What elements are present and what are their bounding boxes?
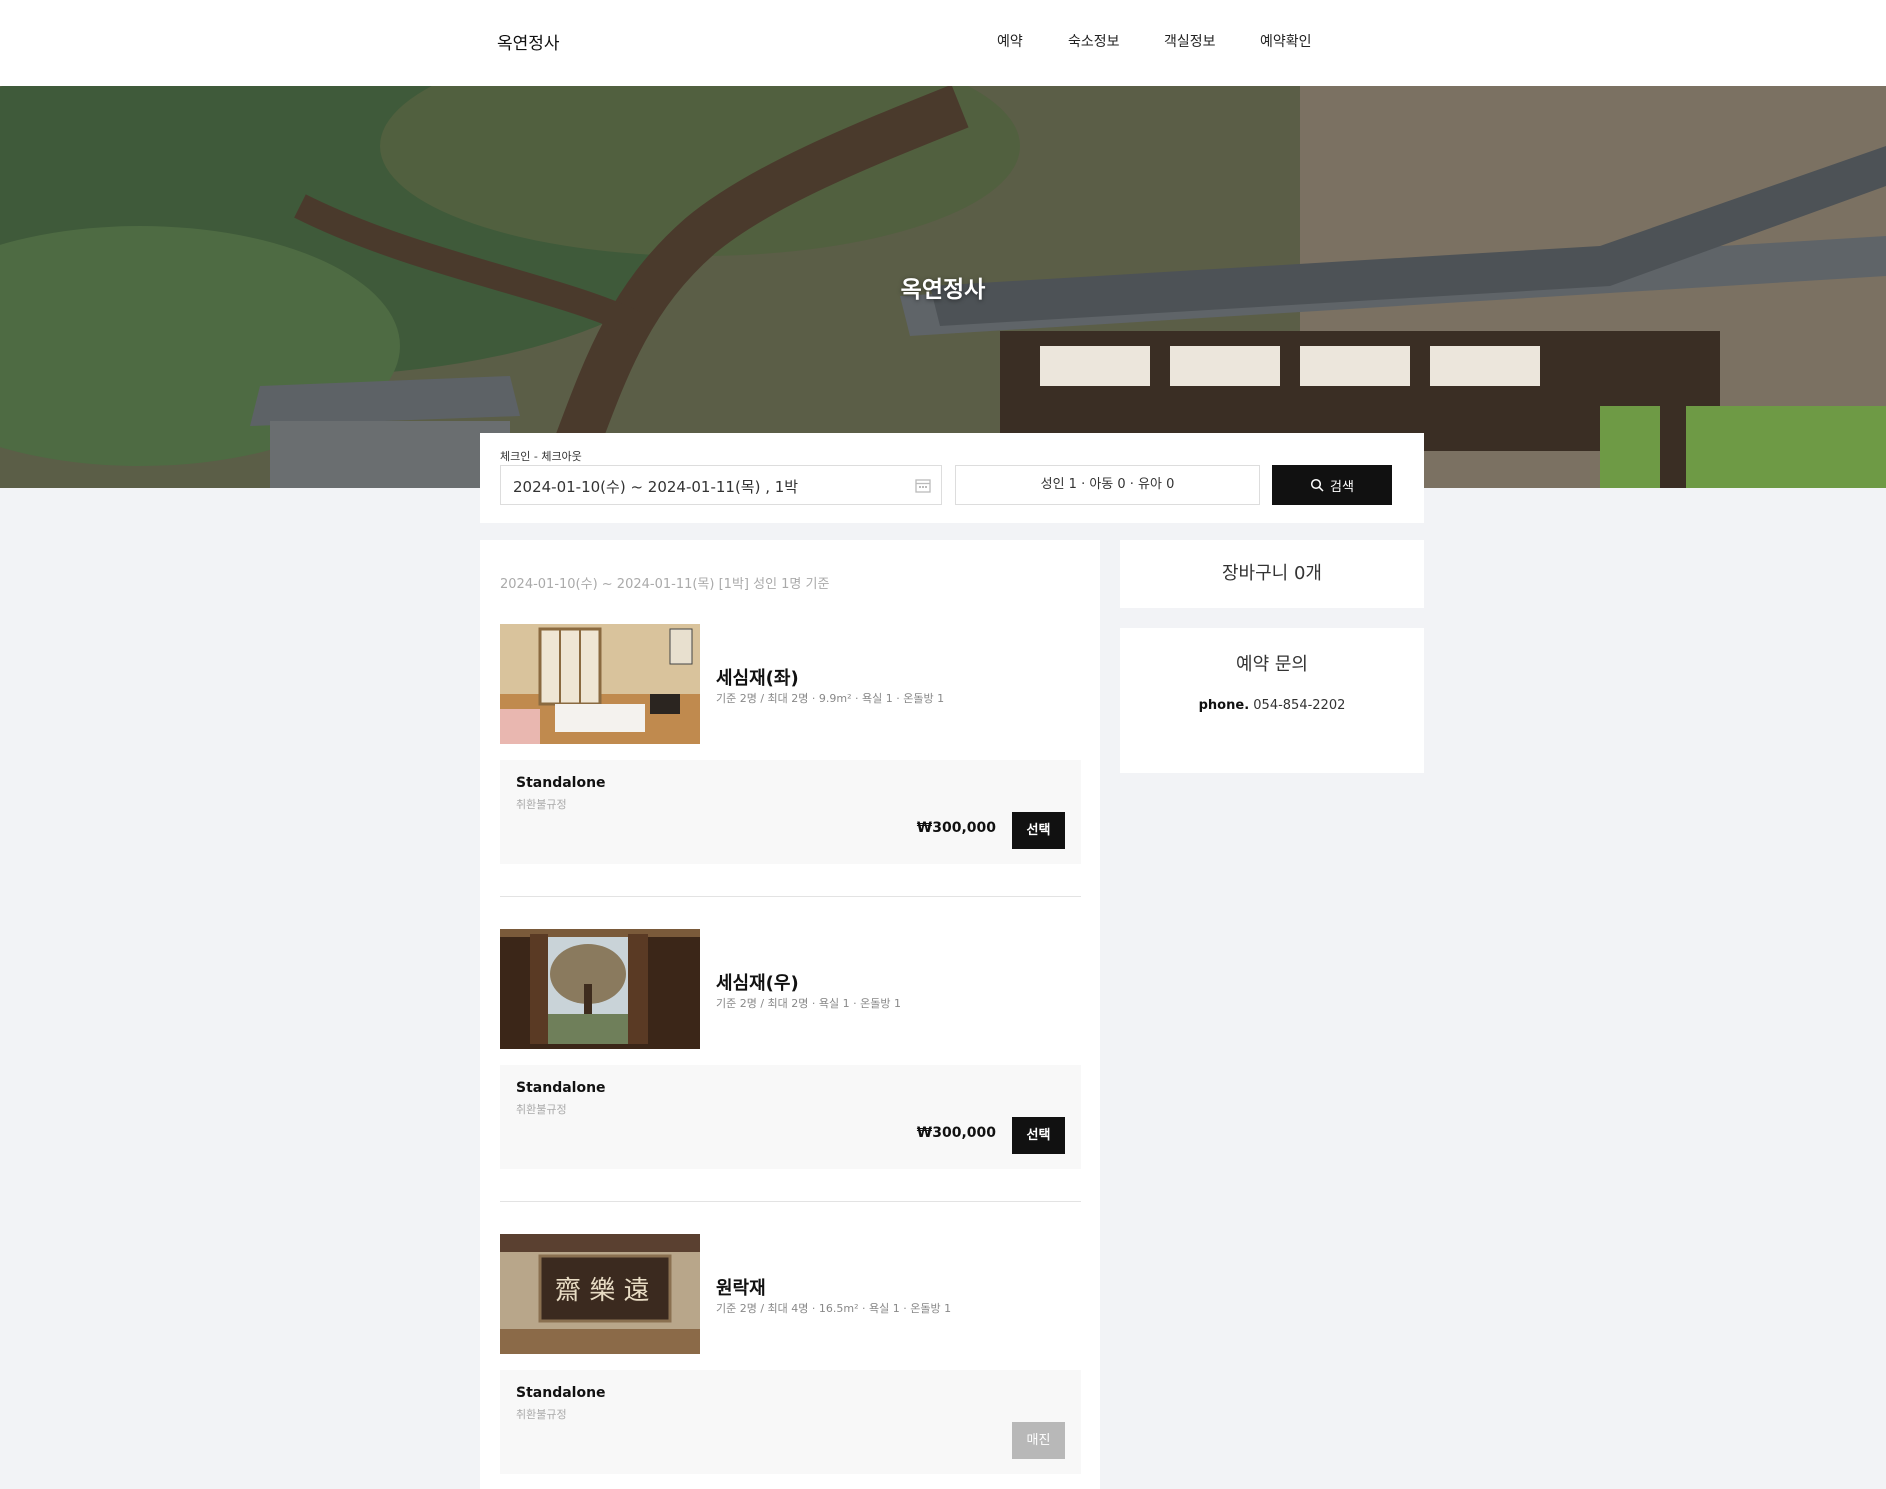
- room-divider: [500, 1201, 1081, 1202]
- search-summary: 2024-01-10(수) ~ 2024-01-11(목) [1박] 성인 1명…: [500, 577, 830, 592]
- nav-accommodation-info[interactable]: 숙소정보: [1068, 31, 1120, 51]
- room-name[interactable]: 원락재: [716, 1274, 766, 1300]
- room-item: 齋 樂 遠 원락재 기준 2명 / 최대 4명 · 16.5m² · 욕실 1 …: [500, 1234, 1081, 1474]
- refund-policy-link[interactable]: 취환불규정: [516, 1101, 567, 1117]
- guest-count-input[interactable]: 성인 1 · 아동 0 · 유아 0: [955, 465, 1260, 505]
- nav-reservation-check[interactable]: 예약확인: [1260, 31, 1312, 51]
- refund-policy-link[interactable]: 취환불규정: [516, 796, 567, 812]
- room-specs: 기준 2명 / 최대 4명 · 16.5m² · 욕실 1 · 온돌방 1: [716, 1302, 952, 1315]
- date-range-value: 2024-01-10(수) ~ 2024-01-11(목) , 1박: [513, 478, 799, 496]
- phone-number[interactable]: 054-854-2202: [1253, 698, 1345, 713]
- inquiry-title: 예약 문의: [1236, 654, 1308, 675]
- room-item: 세심재(좌) 기준 2명 / 최대 2명 · 9.9m² · 욕실 1 · 온돌…: [500, 624, 1081, 864]
- room-name[interactable]: 세심재(우): [716, 969, 799, 995]
- room-price: ₩300,000: [916, 820, 996, 836]
- hero-title: 옥연정사: [900, 277, 986, 303]
- select-button[interactable]: 선택: [1012, 812, 1065, 849]
- calendar-icon: [915, 479, 931, 493]
- select-button[interactable]: 선택: [1012, 1117, 1065, 1154]
- site-header: 옥연정사 예약 숙소정보 객실정보 예약확인: [0, 0, 1886, 86]
- room-list-card: 2024-01-10(수) ~ 2024-01-11(목) [1박] 성인 1명…: [480, 540, 1100, 1489]
- search-panel: 체크인 - 체크아웃 2024-01-10(수) ~ 2024-01-11(목)…: [480, 433, 1424, 523]
- date-label: 체크인 - 체크아웃: [500, 450, 582, 463]
- search-icon: [1310, 478, 1324, 492]
- rate-plan: Standalone 취환불규정 매진: [500, 1370, 1081, 1474]
- soldout-button: 매진: [1012, 1422, 1065, 1459]
- rate-plan-name: Standalone: [516, 775, 606, 791]
- room-price: ₩300,000: [916, 1125, 996, 1141]
- room-photo[interactable]: [500, 624, 700, 744]
- room-photo[interactable]: [500, 929, 700, 1049]
- room-specs: 기준 2명 / 최대 2명 · 욕실 1 · 온돌방 1: [716, 997, 901, 1010]
- rate-plan: Standalone 취환불규정 ₩300,000 선택: [500, 760, 1081, 864]
- rate-plan-name: Standalone: [516, 1080, 606, 1096]
- cart-summary[interactable]: 장바구니 0개: [1120, 540, 1424, 608]
- search-button[interactable]: 검색: [1272, 465, 1392, 505]
- rate-plan-name: Standalone: [516, 1385, 606, 1401]
- phone-label: phone.: [1198, 698, 1250, 713]
- room-photo[interactable]: 齋 樂 遠: [500, 1234, 700, 1354]
- date-range-input[interactable]: 2024-01-10(수) ~ 2024-01-11(목) , 1박: [500, 465, 942, 505]
- room-specs: 기준 2명 / 최대 2명 · 9.9m² · 욕실 1 · 온돌방 1: [716, 692, 945, 705]
- hero-banner: 옥연정사: [0, 86, 1886, 488]
- nav-room-info[interactable]: 객실정보: [1164, 31, 1216, 51]
- room-divider: [500, 896, 1081, 897]
- room-name[interactable]: 세심재(좌): [716, 664, 799, 690]
- rate-plan: Standalone 취환불규정 ₩300,000 선택: [500, 1065, 1081, 1169]
- room-item: 세심재(우) 기준 2명 / 최대 2명 · 욕실 1 · 온돌방 1 Stan…: [500, 929, 1081, 1169]
- svg-text:齋 樂 遠: 齋 樂 遠: [555, 1276, 650, 1306]
- inquiry-phone: phone. 054-854-2202: [1120, 698, 1424, 713]
- refund-policy-link[interactable]: 취환불규정: [516, 1406, 567, 1422]
- site-logo[interactable]: 옥연정사: [497, 29, 560, 54]
- nav-reservation[interactable]: 예약: [997, 31, 1023, 51]
- reservation-inquiry-card: 예약 문의 phone. 054-854-2202: [1120, 628, 1424, 773]
- search-button-label: 검색: [1330, 479, 1354, 495]
